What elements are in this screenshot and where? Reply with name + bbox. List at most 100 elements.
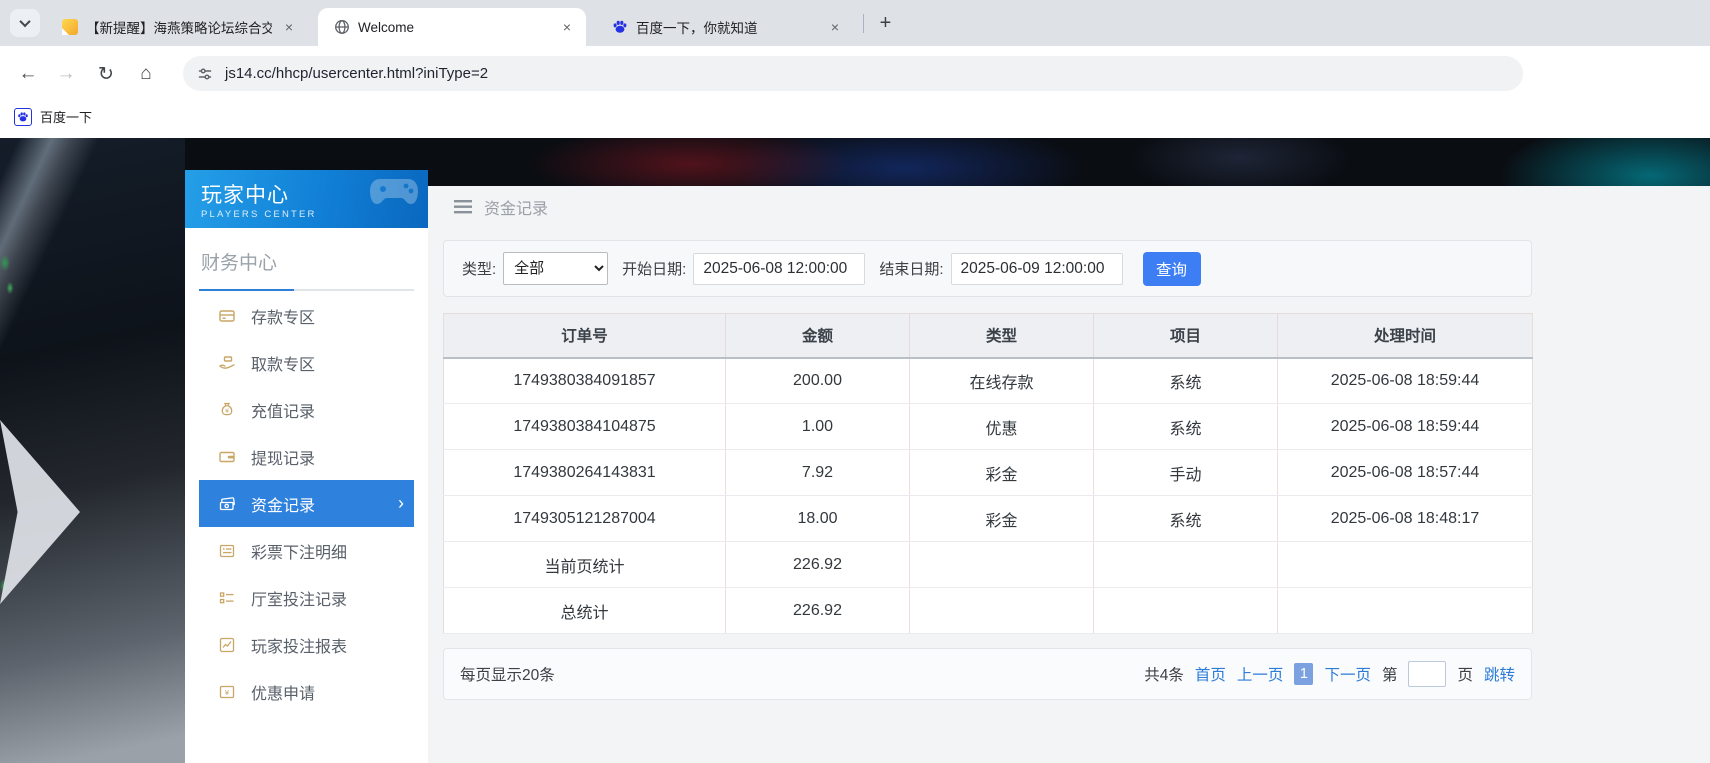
sidebar-item-lottery-bet-details[interactable]: 彩票下注明细	[199, 527, 414, 574]
tab-welcome[interactable]: Welcome ×	[318, 8, 586, 46]
cell-item: 系统	[1093, 495, 1278, 542]
pagination-controls: 共4条 首页 上一页 1 下一页 第 页 跳转	[1144, 661, 1515, 687]
sidebar-item-label: 彩票下注明细	[251, 544, 348, 562]
chevron-right-icon: ›	[398, 493, 404, 513]
reload-button[interactable]: ↻	[92, 60, 120, 88]
background-art	[0, 138, 185, 763]
table-row: 1749380384104875 1.00 优惠 系统 2025-06-08 1…	[443, 403, 1533, 450]
forward-button[interactable]: →	[52, 60, 80, 88]
webpage: 玩家中心 PLAYERS CENTER 财务中心 存款专区 取款专区 ¥ 充值记…	[0, 138, 1710, 763]
first-page-link[interactable]: 首页	[1195, 663, 1226, 685]
sidebar-body: 财务中心 存款专区 取款专区 ¥ 充值记录 提现记录 资金记录 › 彩票下注明细…	[185, 228, 428, 763]
cell-amount: 7.92	[725, 449, 910, 496]
new-tab-button[interactable]: +	[872, 10, 899, 37]
wallet-icon	[218, 448, 236, 466]
browser-window: 【新提醒】海燕策略论坛综合交 × Welcome × 百度一下，你就知道 × +…	[0, 0, 1710, 763]
page-title: 资金记录	[484, 201, 549, 218]
sidebar-item-fund-records[interactable]: 资金记录 ›	[199, 480, 414, 527]
home-button[interactable]: ⌂	[132, 60, 160, 88]
chevron-down-icon	[19, 15, 31, 28]
next-page-link[interactable]: 下一页	[1324, 663, 1371, 685]
sidebar-item-recharge-records[interactable]: ¥ 充值记录	[199, 386, 414, 433]
stats-label: 总统计	[443, 587, 726, 634]
start-date-input[interactable]	[693, 252, 866, 285]
table-header-row: 订单号 金额 类型 项目 处理时间	[443, 313, 1533, 359]
bookmarks-bar: 百度一下	[0, 100, 1710, 138]
content-header: 资金记录	[428, 186, 1710, 228]
tab-strip: 【新提醒】海燕策略论坛综合交 × Welcome × 百度一下，你就知道 × +	[0, 0, 1710, 46]
table-row: 1749305121287004 18.00 彩金 系统 2025-06-08 …	[443, 495, 1533, 542]
tab-baidu[interactable]: 百度一下，你就知道 ×	[596, 8, 854, 46]
sidebar-item-deposit-zone[interactable]: 存款专区	[199, 292, 414, 339]
jump-link[interactable]: 跳转	[1484, 663, 1515, 685]
close-icon[interactable]: ×	[280, 18, 298, 36]
col-item: 项目	[1093, 313, 1278, 359]
fund-records-table: 订单号 金额 类型 项目 处理时间 1749380384091857 200.0…	[443, 313, 1533, 634]
address-bar[interactable]: js14.cc/hhcp/usercenter.html?iniType=2	[183, 56, 1523, 91]
tab-separator	[863, 14, 864, 33]
sidebar-menu: 存款专区 取款专区 ¥ 充值记录 提现记录 资金记录 › 彩票下注明细 厅室投注…	[185, 291, 428, 715]
back-button[interactable]: ←	[14, 60, 42, 88]
filter-bar: 类型: 全部 开始日期: 结束日期: 查询	[443, 240, 1532, 297]
menu-toggle-icon[interactable]	[454, 200, 472, 214]
cell-type: 优惠	[909, 403, 1094, 450]
tab-search-button[interactable]	[10, 9, 40, 37]
sidebar-item-label: 玩家投注报表	[251, 638, 348, 656]
sidebar-item-hall-bet-records[interactable]: 厅室投注记录	[199, 574, 414, 621]
cell-item: 系统	[1093, 357, 1278, 404]
tab-title: Welcome	[358, 19, 415, 35]
forum-favicon	[62, 19, 78, 35]
sidebar-item-label: 优惠申请	[251, 685, 316, 703]
pagination-bar: 每页显示20条 共4条 首页 上一页 1 下一页 第 页 跳转	[443, 648, 1532, 700]
cell-type: 彩金	[909, 495, 1094, 542]
cell-amount: 18.00	[725, 495, 910, 542]
col-type: 类型	[909, 313, 1094, 359]
close-icon[interactable]: ×	[558, 18, 576, 36]
cell-item: 手动	[1093, 449, 1278, 496]
total-stats-row: 总统计 226.92	[443, 587, 1533, 634]
hand-money-icon	[218, 354, 236, 372]
cell-order-id: 1749380384104875	[443, 403, 726, 450]
coupon-icon: ¥	[218, 683, 236, 701]
stats-label: 当前页统计	[443, 541, 726, 588]
sidebar-item-withdrawal-records[interactable]: 提现记录	[199, 433, 414, 480]
prev-page-link[interactable]: 上一页	[1237, 663, 1284, 685]
col-order-id: 订单号	[443, 313, 726, 359]
bookmark-label: 百度一下	[40, 110, 93, 125]
sidebar-item-label: 厅室投注记录	[251, 591, 348, 609]
url-text: js14.cc/hhcp/usercenter.html?iniType=2	[225, 65, 489, 82]
bookmark-baidu[interactable]: 百度一下	[14, 107, 92, 126]
cell-order-id: 1749305121287004	[443, 495, 726, 542]
cell-time: 2025-06-08 18:59:44	[1277, 403, 1533, 450]
deposit-card-icon	[218, 307, 236, 325]
sidebar-item-withdraw-zone[interactable]: 取款专区	[199, 339, 414, 386]
current-page-indicator[interactable]: 1	[1294, 663, 1314, 685]
sidebar-item-label: 充值记录	[251, 403, 316, 421]
type-select[interactable]: 全部	[503, 252, 609, 285]
sidebar-item-label: 资金记录	[251, 497, 316, 515]
end-date-input[interactable]	[950, 252, 1123, 285]
sidebar-item-promo-application[interactable]: ¥ 优惠申请	[199, 668, 414, 715]
query-button[interactable]: 查询	[1142, 251, 1201, 286]
site-settings-icon[interactable]	[197, 66, 213, 82]
sidebar-section-title: 财务中心	[201, 253, 278, 274]
close-icon[interactable]: ×	[826, 18, 844, 36]
chart-icon	[218, 636, 236, 654]
per-page-text: 每页显示20条	[460, 667, 555, 684]
end-date-label: 结束日期:	[879, 261, 944, 278]
cell-order-id: 1749380384091857	[443, 357, 726, 404]
cell-type: 彩金	[909, 449, 1094, 496]
stats-amount: 226.92	[725, 587, 910, 634]
baidu-paw-icon	[612, 19, 628, 35]
cell-time: 2025-06-08 18:48:17	[1277, 495, 1533, 542]
sidebar-header: 玩家中心 PLAYERS CENTER	[185, 170, 428, 228]
sidebar-item-label: 取款专区	[251, 356, 316, 374]
sidebar-item-player-bet-report[interactable]: 玩家投注报表	[199, 621, 414, 668]
page-jump-input[interactable]	[1408, 661, 1447, 687]
tab-forum[interactable]: 【新提醒】海燕策略论坛综合交 ×	[46, 8, 308, 46]
col-time: 处理时间	[1277, 313, 1533, 359]
col-amount: 金额	[725, 313, 910, 359]
document-list-icon	[218, 542, 236, 560]
table-row: 1749380264143831 7.92 彩金 手动 2025-06-08 1…	[443, 449, 1533, 496]
sidebar-item-label: 提现记录	[251, 450, 316, 468]
